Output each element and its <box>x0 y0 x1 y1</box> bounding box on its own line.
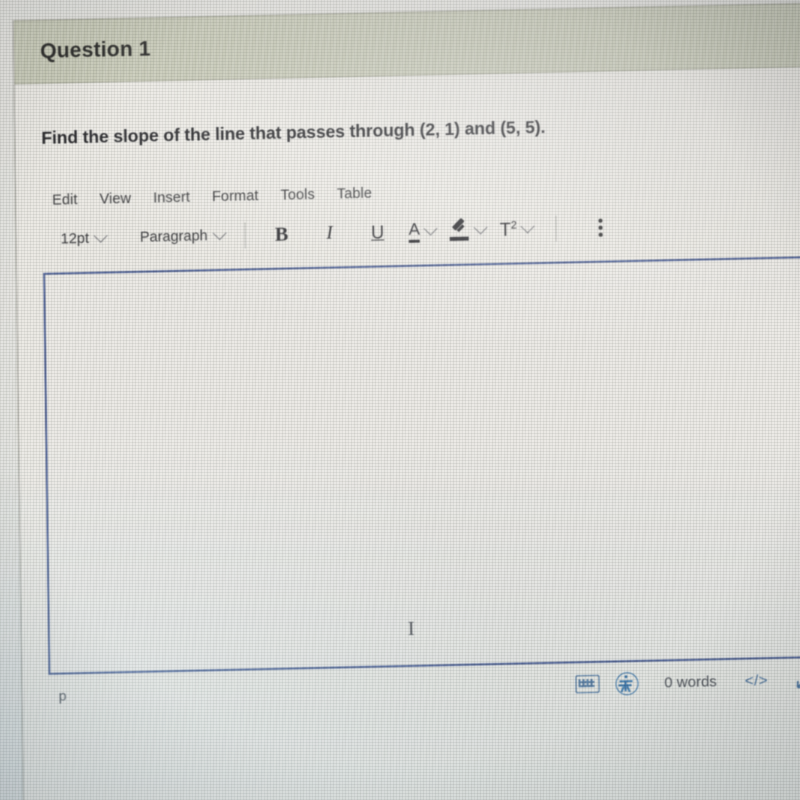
bold-button[interactable]: B <box>266 219 296 250</box>
block-format-value: Paragraph <box>139 228 208 246</box>
accessibility-checker-button[interactable] <box>615 671 639 695</box>
word-count: 0 words <box>664 672 717 691</box>
menu-insert[interactable]: Insert <box>153 190 190 207</box>
font-size-dropdown[interactable]: 12pt <box>53 228 114 249</box>
highlight-color-control[interactable] <box>449 217 488 242</box>
math-keyboard-button[interactable] <box>575 674 600 694</box>
question-body: Find the slope of the line that passes t… <box>14 65 800 800</box>
text-color-control[interactable]: A <box>408 220 438 243</box>
fullscreen-icon <box>796 670 800 689</box>
source-code-button[interactable]: </> <box>745 672 768 690</box>
superscript-icon: T2 <box>500 219 517 240</box>
highlighter-pen-icon <box>449 217 470 241</box>
block-format-dropdown[interactable]: Paragraph <box>132 226 233 248</box>
chevron-down-icon <box>93 228 108 243</box>
question-card: Question 1 2 Find the slope of the line … <box>12 1 800 800</box>
menu-edit[interactable]: Edit <box>52 192 78 209</box>
chevron-down-icon[interactable] <box>473 220 488 235</box>
accessibility-checker-icon <box>615 671 639 695</box>
chevron-down-icon <box>212 226 227 241</box>
superscript-control[interactable]: T2 <box>500 219 536 241</box>
more-options-icon[interactable] <box>591 215 611 241</box>
menu-table[interactable]: Table <box>337 186 372 203</box>
italic-button[interactable]: I <box>314 218 344 249</box>
answer-textarea[interactable]: I <box>43 255 800 675</box>
toolbar-divider <box>555 215 558 242</box>
rich-text-editor: Edit View Insert Format Tools Table 12pt <box>42 169 800 717</box>
menu-view[interactable]: View <box>99 191 131 208</box>
screen-photo: Question 1 2 Find the slope of the line … <box>0 0 800 800</box>
font-size-value: 12pt <box>60 230 90 248</box>
toolbar-divider <box>244 222 246 249</box>
fullscreen-button[interactable] <box>794 668 800 690</box>
menu-tools[interactable]: Tools <box>280 187 315 204</box>
page-title: Question 1 <box>40 37 151 63</box>
menu-format[interactable]: Format <box>212 188 259 205</box>
screen-plane: Question 1 2 Find the slope of the line … <box>0 0 800 800</box>
superscript-base: T <box>499 219 512 240</box>
text-color-icon: A <box>408 220 420 243</box>
text-cursor-icon: I <box>407 617 415 641</box>
math-keyboard-icon <box>575 674 600 694</box>
chevron-down-icon[interactable] <box>520 219 536 234</box>
superscript-exponent: 2 <box>510 219 518 232</box>
underline-button[interactable]: U <box>362 217 392 248</box>
chevron-down-icon[interactable] <box>423 221 438 236</box>
element-path[interactable]: p <box>59 687 67 703</box>
statusbar-spacer <box>66 685 559 696</box>
